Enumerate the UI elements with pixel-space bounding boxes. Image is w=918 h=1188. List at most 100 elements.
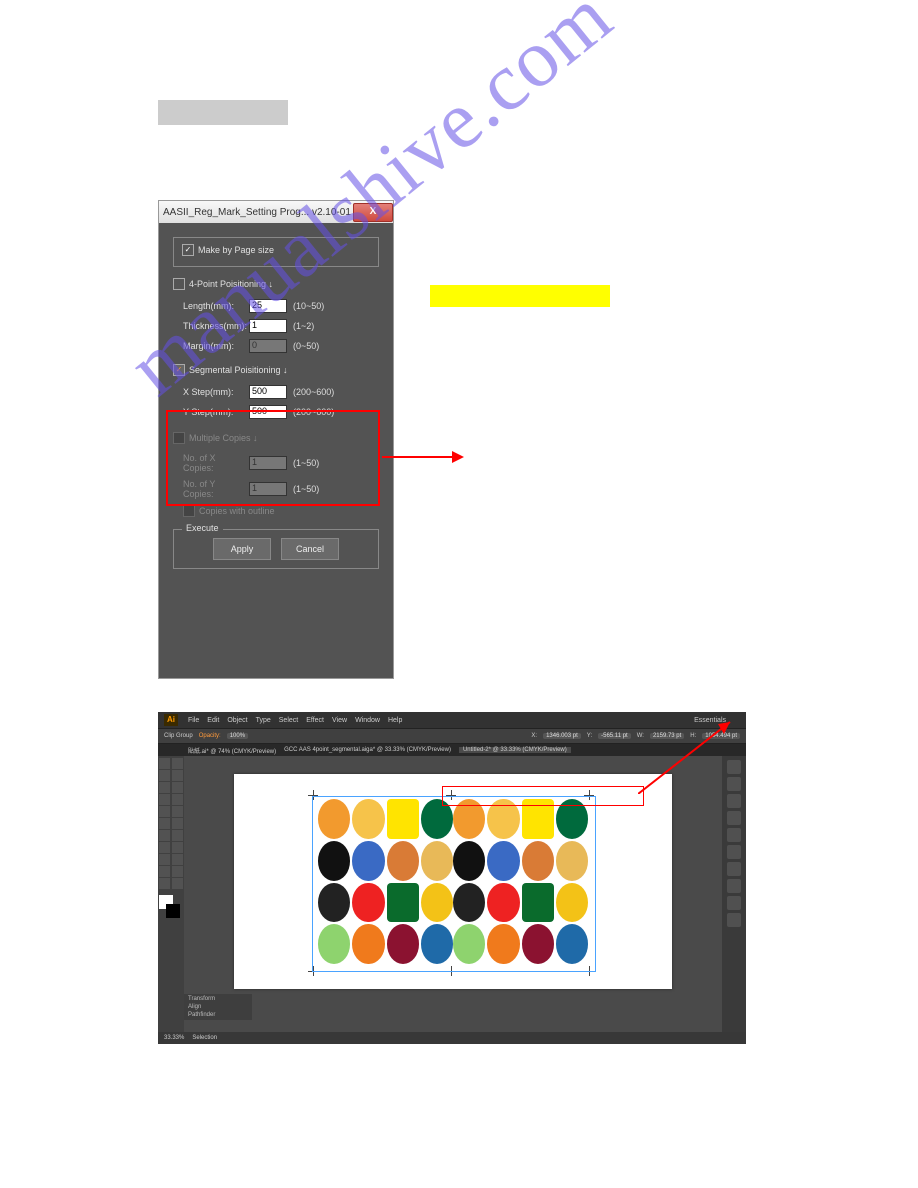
ycopies-label: No. of Y Copies: (183, 479, 243, 499)
thickness-range: (1~2) (293, 321, 314, 331)
cancel-button[interactable]: Cancel (281, 538, 339, 560)
ycopies-input: 1 (249, 482, 287, 496)
tool-icon[interactable] (172, 818, 183, 829)
menu-file[interactable]: File (188, 717, 199, 724)
panel-icon[interactable] (727, 845, 741, 859)
tool-icon[interactable] (172, 794, 183, 805)
panel-icon[interactable] (727, 760, 741, 774)
tab-2[interactable]: GCC AAS 4point_segmental.aiga* @ 33.33% … (284, 747, 451, 753)
panel-icon[interactable] (727, 828, 741, 842)
panel-icon[interactable] (727, 896, 741, 910)
ai-status-bar: 33.33% Selection (158, 1032, 746, 1044)
margin-range: (0~50) (293, 341, 319, 351)
margin-input[interactable]: 0 (249, 339, 287, 353)
segmental-checkbox[interactable] (173, 364, 185, 376)
yellow-highlight-bar (430, 285, 610, 307)
ai-menus: File Edit Object Type Select Effect View… (188, 717, 402, 724)
menu-view[interactable]: View (332, 717, 347, 724)
status-zoom[interactable]: 33.33% (164, 1035, 184, 1041)
menu-type[interactable]: Type (256, 717, 271, 724)
workspace-selector[interactable]: Essentials (694, 717, 726, 724)
menu-object[interactable]: Object (227, 717, 247, 724)
tool-icon[interactable] (172, 854, 183, 865)
ai-options-bar: Clip Group Opacity: 100% X: 1346.003 pt … (158, 728, 746, 744)
panel-icon[interactable] (727, 879, 741, 893)
panel-align[interactable]: Align (188, 1004, 248, 1010)
menu-help[interactable]: Help (388, 717, 402, 724)
dialog-titlebar: AASII_Reg_Mark_Setting Prog... v2.10-01 … (159, 201, 393, 223)
xstep-input[interactable]: 500 (249, 385, 287, 399)
tool-icon[interactable] (159, 770, 170, 781)
opacity-label: Opacity: (199, 733, 221, 739)
length-input[interactable]: 25 (249, 299, 287, 313)
multiple-copies-checkbox (173, 432, 185, 444)
length-label: Length(mm): (183, 301, 243, 311)
panel-icon[interactable] (727, 777, 741, 791)
tab-1[interactable]: 貼紙.ai* @ 74% (CMYK/Preview) (188, 746, 276, 755)
tool-icon[interactable] (159, 794, 170, 805)
w-value[interactable]: 2159.73 pt (650, 733, 684, 739)
thickness-input[interactable]: 1 (249, 319, 287, 333)
ycopies-range: (1~50) (293, 484, 319, 494)
menu-select[interactable]: Select (279, 717, 298, 724)
close-button[interactable]: X (353, 203, 393, 222)
tool-icon[interactable] (159, 818, 170, 829)
w-label: W: (637, 733, 644, 739)
xcopies-input: 1 (249, 456, 287, 470)
menu-window[interactable]: Window (355, 717, 380, 724)
illustrator-window: Ai File Edit Object Type Select Effect V… (158, 712, 746, 1042)
tool-icon[interactable] (172, 878, 183, 889)
make-by-page-checkbox[interactable] (182, 244, 194, 256)
tool-icon[interactable] (172, 770, 183, 781)
panel-icon[interactable] (727, 811, 741, 825)
margin-label: Margin(mm): (183, 341, 243, 351)
menu-edit[interactable]: Edit (207, 717, 219, 724)
panel-transform[interactable]: Transform (188, 996, 248, 1002)
tool-icon[interactable] (159, 866, 170, 877)
ai-artboard (234, 774, 672, 989)
ai-logo: Ai (164, 714, 178, 726)
tool-icon[interactable] (172, 842, 183, 853)
tool-icon[interactable] (172, 830, 183, 841)
thickness-label: Thickness(mm): (183, 321, 243, 331)
xstep-range: (200~600) (293, 387, 334, 397)
four-point-checkbox[interactable] (173, 278, 185, 290)
length-range: (10~50) (293, 301, 324, 311)
x-value[interactable]: 1346.003 pt (543, 733, 581, 739)
tool-icon[interactable] (172, 782, 183, 793)
opacity-value[interactable]: 100% (227, 733, 248, 739)
tool-icon[interactable] (159, 806, 170, 817)
tool-icon[interactable] (159, 842, 170, 853)
copies-outline-label: Copies with outline (199, 506, 275, 516)
xcopies-range: (1~50) (293, 458, 319, 468)
ystep-input[interactable]: 500 (249, 405, 287, 419)
tool-icon[interactable] (172, 758, 183, 769)
panel-pathfinder[interactable]: Pathfinder (188, 1012, 248, 1018)
panel-icon[interactable] (727, 913, 741, 927)
tool-icon[interactable] (159, 782, 170, 793)
red-highlight-marks (442, 786, 644, 806)
tool-icon[interactable] (159, 854, 170, 865)
h-label: H: (690, 733, 696, 739)
panel-icon[interactable] (727, 794, 741, 808)
tool-icon[interactable] (159, 830, 170, 841)
tool-icon[interactable] (172, 866, 183, 877)
make-by-page-label: Make by Page size (198, 245, 274, 255)
clip-group-label: Clip Group (164, 733, 193, 739)
tool-icon[interactable] (159, 878, 170, 889)
tool-icon[interactable] (159, 758, 170, 769)
y-value[interactable]: -565.11 pt (598, 733, 631, 739)
panel-icon[interactable] (727, 862, 741, 876)
menu-effect[interactable]: Effect (306, 717, 324, 724)
h-value[interactable]: 1054.494 pt (702, 733, 740, 739)
stroke-swatch[interactable] (166, 904, 180, 918)
ai-tabbar: 貼紙.ai* @ 74% (CMYK/Preview) GCC AAS 4poi… (158, 744, 746, 756)
apply-button[interactable]: Apply (213, 538, 271, 560)
reg-mark-dialog: AASII_Reg_Mark_Setting Prog... v2.10-01 … (158, 200, 394, 679)
tool-icon[interactable] (172, 806, 183, 817)
xstep-label: X Step(mm): (183, 387, 243, 397)
tab-3-active[interactable]: Untitled-2* @ 33.33% (CMYK/Preview) (459, 747, 571, 753)
ystep-label: Y Step(mm): (183, 407, 243, 417)
red-arrow-right (382, 456, 462, 458)
y-label: Y: (587, 733, 592, 739)
